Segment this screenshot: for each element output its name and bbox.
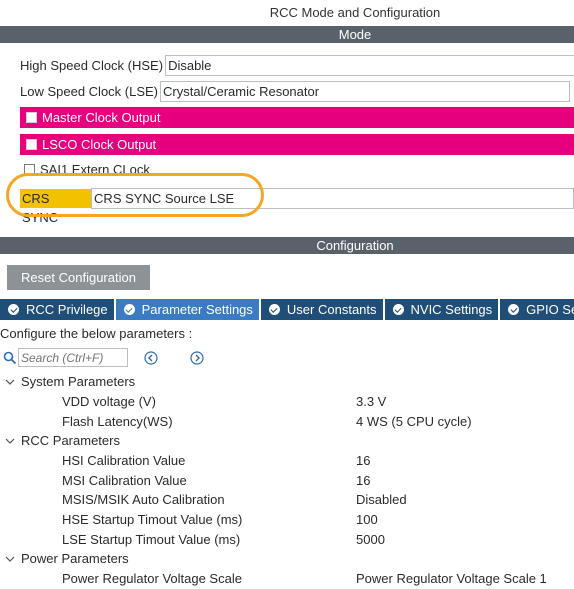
panel-title: RCC Mode and Configuration [269,5,441,20]
search-input[interactable] [18,348,128,367]
mode-section-header: Mode [0,26,574,43]
next-result-icon[interactable] [190,350,204,365]
master-clock-output-checkbox[interactable] [26,112,37,123]
hse-row: High Speed Clock (HSE) Disable [20,54,574,76]
param-label: MSI Calibration Value [62,473,187,488]
lse-row: Low Speed Clock (LSE) Crystal/Ceramic Re… [20,80,571,102]
crs-sync-highlight [6,173,264,217]
tab-parameter-settings[interactable]: Parameter Settings [115,299,261,320]
lsco-clock-output-checkbox[interactable] [26,139,37,150]
tab-user-constants[interactable]: User Constants [260,299,385,320]
tab-nvic-settings[interactable]: NVIC Settings [384,299,501,320]
configuration-section-header: Configuration [0,237,574,254]
previous-result-icon[interactable] [144,350,158,365]
param-label: Power Regulator Voltage Scale [62,571,242,586]
param-value[interactable]: Power Regulator Voltage Scale 1 [356,571,547,586]
tab-gpio-settings[interactable]: GPIO Settings [500,299,574,320]
chevron-down-icon [5,379,15,385]
param-label: LSE Startup Timout Value (ms) [62,532,241,547]
lsco-clock-output-row[interactable]: LSCO Clock Output [20,134,574,155]
param-value[interactable]: 5000 [356,532,385,547]
param-value[interactable]: Disabled [356,492,407,507]
config-tabs: RCC Privilege Parameter Settings User Co… [0,299,574,320]
master-clock-output-row[interactable]: Master Clock Output [20,107,574,128]
group-system-parameters[interactable]: System Parameters [4,374,135,389]
param-label: Flash Latency(WS) [62,414,173,429]
param-label: HSE Startup Timout Value (ms) [62,512,243,527]
hse-label: High Speed Clock (HSE) [20,57,164,73]
tab-rcc-privilege[interactable]: RCC Privilege [0,299,116,320]
group-rcc-parameters[interactable]: RCC Parameters [4,433,120,448]
lse-label: Low Speed Clock (LSE) [20,83,159,99]
check-circle-icon [8,304,19,315]
group-power-parameters[interactable]: Power Parameters [4,551,129,566]
lse-select[interactable]: Crystal/Ceramic Resonator [160,80,571,102]
reset-configuration-button[interactable]: Reset Configuration [7,265,150,290]
param-value[interactable]: 100 [356,512,378,527]
chevron-down-icon [5,556,15,562]
master-clock-output-label: Master Clock Output [42,110,161,125]
check-circle-icon [508,304,520,315]
param-value[interactable]: 3.3 V [356,394,386,409]
check-circle-icon [268,304,280,315]
chevron-down-icon [5,438,15,444]
check-circle-icon [392,304,404,315]
param-value[interactable]: 4 WS (5 CPU cycle) [356,414,472,429]
param-value[interactable]: 16 [356,453,370,468]
configure-instructions: Configure the below parameters : [0,326,193,341]
param-label: HSI Calibration Value [62,453,186,468]
check-circle-icon [123,304,135,315]
search-bar [3,348,204,367]
lsco-clock-output-label: LSCO Clock Output [42,137,157,152]
search-icon[interactable] [3,351,17,365]
param-label: VDD voltage (V) [62,394,156,409]
param-label: MSIS/MSIK Auto Calibration [62,492,225,507]
hse-select[interactable]: Disable [165,54,574,76]
param-value[interactable]: 16 [356,473,370,488]
